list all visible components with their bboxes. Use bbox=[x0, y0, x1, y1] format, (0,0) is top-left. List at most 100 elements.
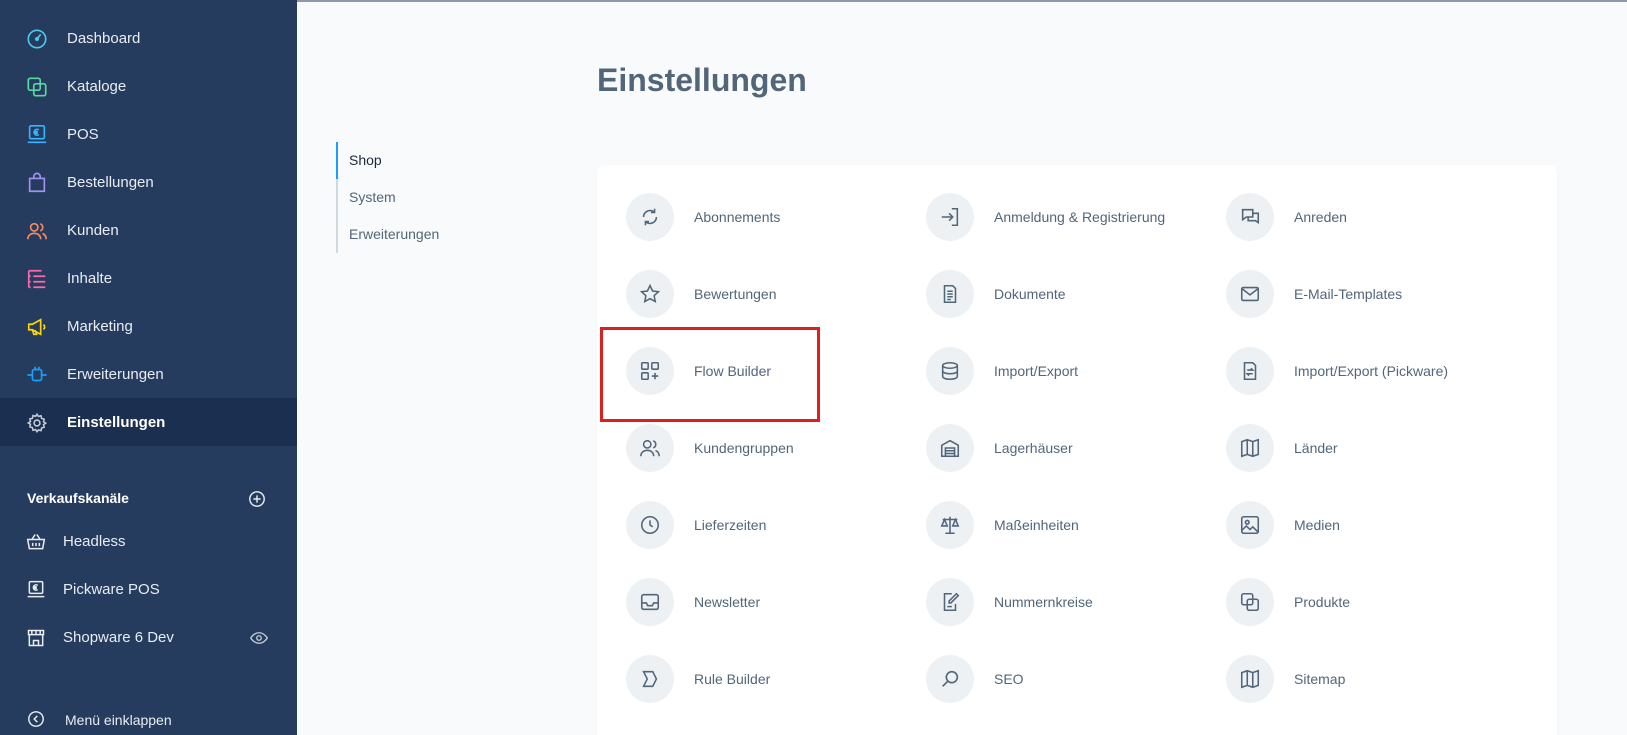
nav-label: Kunden bbox=[67, 221, 119, 239]
settings-item-import-export-pickware[interactable]: Import/Export (Pickware) bbox=[1226, 347, 1516, 397]
settings-item-label: Import/Export (Pickware) bbox=[1294, 363, 1449, 379]
nav-item-bestellungen[interactable]: Bestellungen bbox=[0, 158, 297, 206]
nav-item-kataloge[interactable]: Kataloge bbox=[0, 62, 297, 110]
nav-item-erweiterungen[interactable]: Erweiterungen bbox=[0, 350, 297, 398]
inbox-icon bbox=[626, 578, 674, 626]
sales-channels-title: Verkaufskanäle bbox=[27, 490, 129, 506]
database-icon bbox=[926, 347, 974, 395]
page-title: Einstellungen bbox=[597, 62, 807, 98]
settings-item-label: Lagerhäuser bbox=[994, 440, 1073, 456]
settings-item-label: Anmeldung & Registrierung bbox=[994, 209, 1166, 225]
settings-item-seo[interactable]: SEO bbox=[926, 655, 1216, 705]
sales-channel-label: Pickware POS bbox=[63, 581, 160, 598]
admin-sidebar: Dashboard Kataloge POS Bestellungen Kund… bbox=[0, 0, 297, 735]
pos-terminal-icon bbox=[27, 580, 45, 598]
pos-terminal-icon bbox=[27, 125, 47, 144]
gauge-icon bbox=[27, 29, 47, 49]
tab-system[interactable]: System bbox=[338, 179, 538, 216]
sales-channel-shopware-dev[interactable]: Shopware 6 Dev bbox=[0, 616, 297, 660]
sign-in-icon bbox=[926, 193, 974, 241]
warehouse-icon bbox=[926, 424, 974, 472]
settings-item-label: Medien bbox=[1294, 517, 1340, 533]
settings-item-bewertungen[interactable]: Bewertungen bbox=[626, 270, 916, 320]
settings-item-label: Produkte bbox=[1294, 594, 1351, 610]
copy-icon bbox=[1226, 578, 1274, 626]
rule-icon bbox=[626, 655, 674, 703]
settings-item-label: E-Mail-Templates bbox=[1294, 286, 1403, 302]
nav-item-einstellungen[interactable]: Einstellungen bbox=[0, 398, 297, 446]
nav-item-kunden[interactable]: Kunden bbox=[0, 206, 297, 254]
settings-grid-card: Abonnements Anmeldung & Registrierung An… bbox=[597, 165, 1557, 735]
users-icon bbox=[27, 222, 47, 240]
collapse-menu-label: Menü einklappen bbox=[65, 712, 172, 728]
settings-item-label: Rule Builder bbox=[694, 671, 771, 687]
settings-item-lagerhaeuser[interactable]: Lagerhäuser bbox=[926, 424, 1216, 474]
settings-item-medien[interactable]: Medien bbox=[1226, 501, 1516, 551]
plug-icon bbox=[27, 366, 47, 382]
nav-item-inhalte[interactable]: Inhalte bbox=[0, 254, 297, 302]
settings-item-kundengruppen[interactable]: Kundengruppen bbox=[626, 424, 916, 474]
settings-item-label: Bewertungen bbox=[694, 286, 777, 302]
settings-item-label: Maßeinheiten bbox=[994, 517, 1079, 533]
settings-item-newsletter[interactable]: Newsletter bbox=[626, 578, 916, 628]
storefront-icon bbox=[27, 629, 45, 647]
settings-item-label: Dokumente bbox=[994, 286, 1066, 302]
highlight-box bbox=[600, 327, 820, 422]
edit-document-icon bbox=[926, 578, 974, 626]
add-sales-channel-icon[interactable] bbox=[248, 490, 266, 508]
top-border bbox=[297, 0, 1627, 2]
sales-channel-headless[interactable]: Headless bbox=[0, 520, 297, 564]
file-transfer-icon bbox=[1226, 347, 1274, 395]
settings-item-label: Lieferzeiten bbox=[694, 517, 767, 533]
settings-item-rule-builder[interactable]: Rule Builder bbox=[626, 655, 916, 705]
settings-item-import-export[interactable]: Import/Export bbox=[926, 347, 1216, 397]
nav-label: Einstellungen bbox=[67, 413, 166, 431]
settings-item-anmeldung[interactable]: Anmeldung & Registrierung bbox=[926, 193, 1216, 243]
tab-shop[interactable]: Shop bbox=[336, 142, 536, 179]
envelope-icon bbox=[1226, 270, 1274, 318]
settings-item-produkte[interactable]: Produkte bbox=[1226, 578, 1516, 628]
nav-label: Marketing bbox=[67, 317, 133, 335]
settings-item-label: Länder bbox=[1294, 440, 1338, 456]
clock-icon bbox=[626, 501, 674, 549]
search-icon bbox=[926, 655, 974, 703]
map-icon bbox=[1226, 424, 1274, 472]
basket-icon bbox=[26, 534, 46, 550]
star-icon bbox=[626, 270, 674, 318]
settings-item-email-templates[interactable]: E-Mail-Templates bbox=[1226, 270, 1516, 320]
settings-item-lieferzeiten[interactable]: Lieferzeiten bbox=[626, 501, 916, 551]
settings-item-nummernkreise[interactable]: Nummernkreise bbox=[926, 578, 1216, 628]
nav-item-marketing[interactable]: Marketing bbox=[0, 302, 297, 350]
settings-item-label: Sitemap bbox=[1294, 671, 1346, 687]
tab-erweiterungen[interactable]: Erweiterungen bbox=[338, 216, 538, 253]
refresh-icon bbox=[626, 193, 674, 241]
nav-label: Inhalte bbox=[67, 269, 113, 287]
settings-item-label: Import/Export bbox=[994, 363, 1079, 379]
copy-icon bbox=[27, 77, 47, 97]
scale-icon bbox=[926, 501, 974, 549]
image-icon bbox=[1226, 501, 1274, 549]
map-icon bbox=[1226, 655, 1274, 703]
settings-item-label: Newsletter bbox=[694, 594, 761, 610]
settings-item-masseinheiten[interactable]: Maßeinheiten bbox=[926, 501, 1216, 551]
chat-bubbles-icon bbox=[1226, 193, 1274, 241]
settings-item-label: Nummernkreise bbox=[994, 594, 1093, 610]
nav-label: Dashboard bbox=[67, 29, 141, 47]
settings-item-label: Abonnements bbox=[694, 209, 781, 225]
nav-label: Erweiterungen bbox=[67, 365, 164, 383]
collapse-menu-button[interactable]: Menü einklappen bbox=[0, 706, 297, 734]
nav-label: Kataloge bbox=[67, 77, 127, 95]
settings-item-dokumente[interactable]: Dokumente bbox=[926, 270, 1216, 320]
settings-item-sitemap[interactable]: Sitemap bbox=[1226, 655, 1516, 705]
nav-item-dashboard[interactable]: Dashboard bbox=[0, 14, 297, 62]
sales-channel-pickware-pos[interactable]: Pickware POS bbox=[0, 568, 297, 612]
sales-channel-label: Shopware 6 Dev bbox=[63, 629, 174, 646]
settings-item-abonnements[interactable]: Abonnements bbox=[626, 193, 916, 243]
settings-item-anreden[interactable]: Anreden bbox=[1226, 193, 1516, 243]
eye-icon[interactable] bbox=[250, 630, 268, 646]
sales-channel-label: Headless bbox=[63, 533, 126, 550]
shopping-bag-icon bbox=[28, 172, 46, 193]
settings-item-laender[interactable]: Länder bbox=[1226, 424, 1516, 474]
gear-icon bbox=[26, 412, 48, 434]
nav-item-pos[interactable]: POS bbox=[0, 110, 297, 158]
